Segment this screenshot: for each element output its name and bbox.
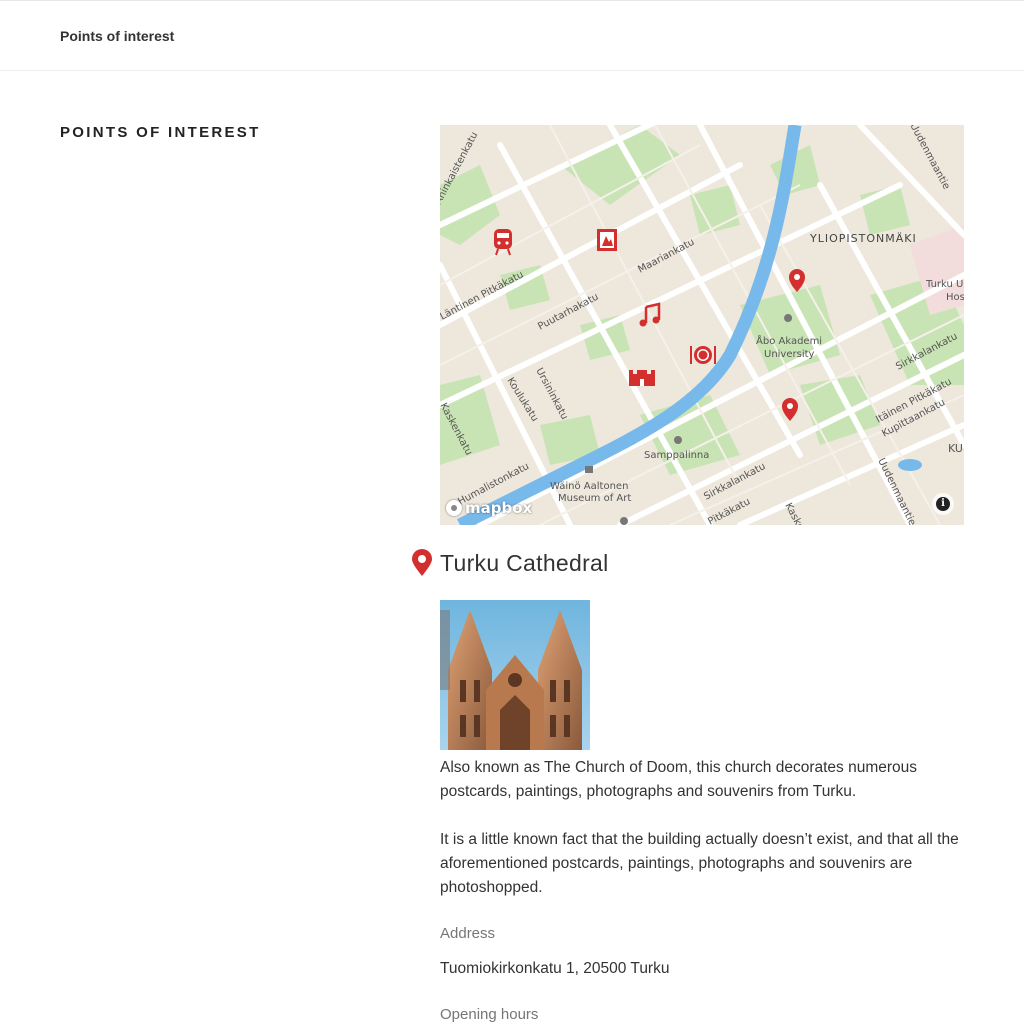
- poi-title: Turku Cathedral: [440, 549, 609, 576]
- site-title-link[interactable]: Points of interest: [60, 28, 174, 44]
- info-icon: i: [936, 497, 950, 511]
- svg-text:Wäinö Aaltonen: Wäinö Aaltonen: [550, 481, 628, 492]
- svg-text:Samppalinna: Samppalinna: [644, 450, 709, 461]
- description-paragraph: Also known as The Church of Doom, this c…: [440, 759, 918, 800]
- description-paragraph: It is a little known fact that the build…: [440, 831, 959, 896]
- cathedral-image: [440, 600, 590, 750]
- svg-text:Turku U: Turku U: [925, 279, 963, 290]
- address-label: Address: [440, 925, 496, 942]
- train-icon[interactable]: [494, 229, 512, 249]
- page-title: POINTS OF INTEREST: [60, 124, 261, 141]
- opening-hours-label: Opening hours: [440, 1006, 539, 1023]
- marker-castle[interactable]: [629, 370, 655, 386]
- svg-text:University: University: [764, 349, 815, 360]
- marker-museum[interactable]: [597, 229, 617, 251]
- svg-text:Hos: Hos: [946, 292, 964, 303]
- address-value: Tuomiokirkonkatu 1, 20500 Turku: [440, 960, 670, 977]
- mapbox-logo-text: mapbox: [465, 499, 533, 517]
- mapbox-logo-icon: [446, 500, 462, 516]
- svg-text:YLIOPISTONMÄKI: YLIOPISTONMÄKI: [809, 232, 917, 245]
- attribution-button[interactable]: i: [932, 493, 954, 515]
- site-header: Points of interest: [0, 1, 1024, 71]
- map-canvas[interactable]: Maariankatu Puutarhakatu Koulukatu Ursin…: [440, 125, 964, 525]
- map[interactable]: Maariankatu Puutarhakatu Koulukatu Ursin…: [440, 125, 964, 525]
- svg-text:Åbo Akademi: Åbo Akademi: [756, 334, 822, 347]
- mapbox-logo[interactable]: mapbox: [446, 499, 532, 517]
- location-pin-icon: [412, 549, 432, 576]
- svg-text:Museum of Art: Museum of Art: [558, 493, 631, 504]
- poi-description: Also known as The Church of Doom, this c…: [440, 756, 970, 924]
- svg-text:KU: KU: [948, 442, 963, 455]
- poi-heading: Turku Cathedral: [410, 549, 609, 577]
